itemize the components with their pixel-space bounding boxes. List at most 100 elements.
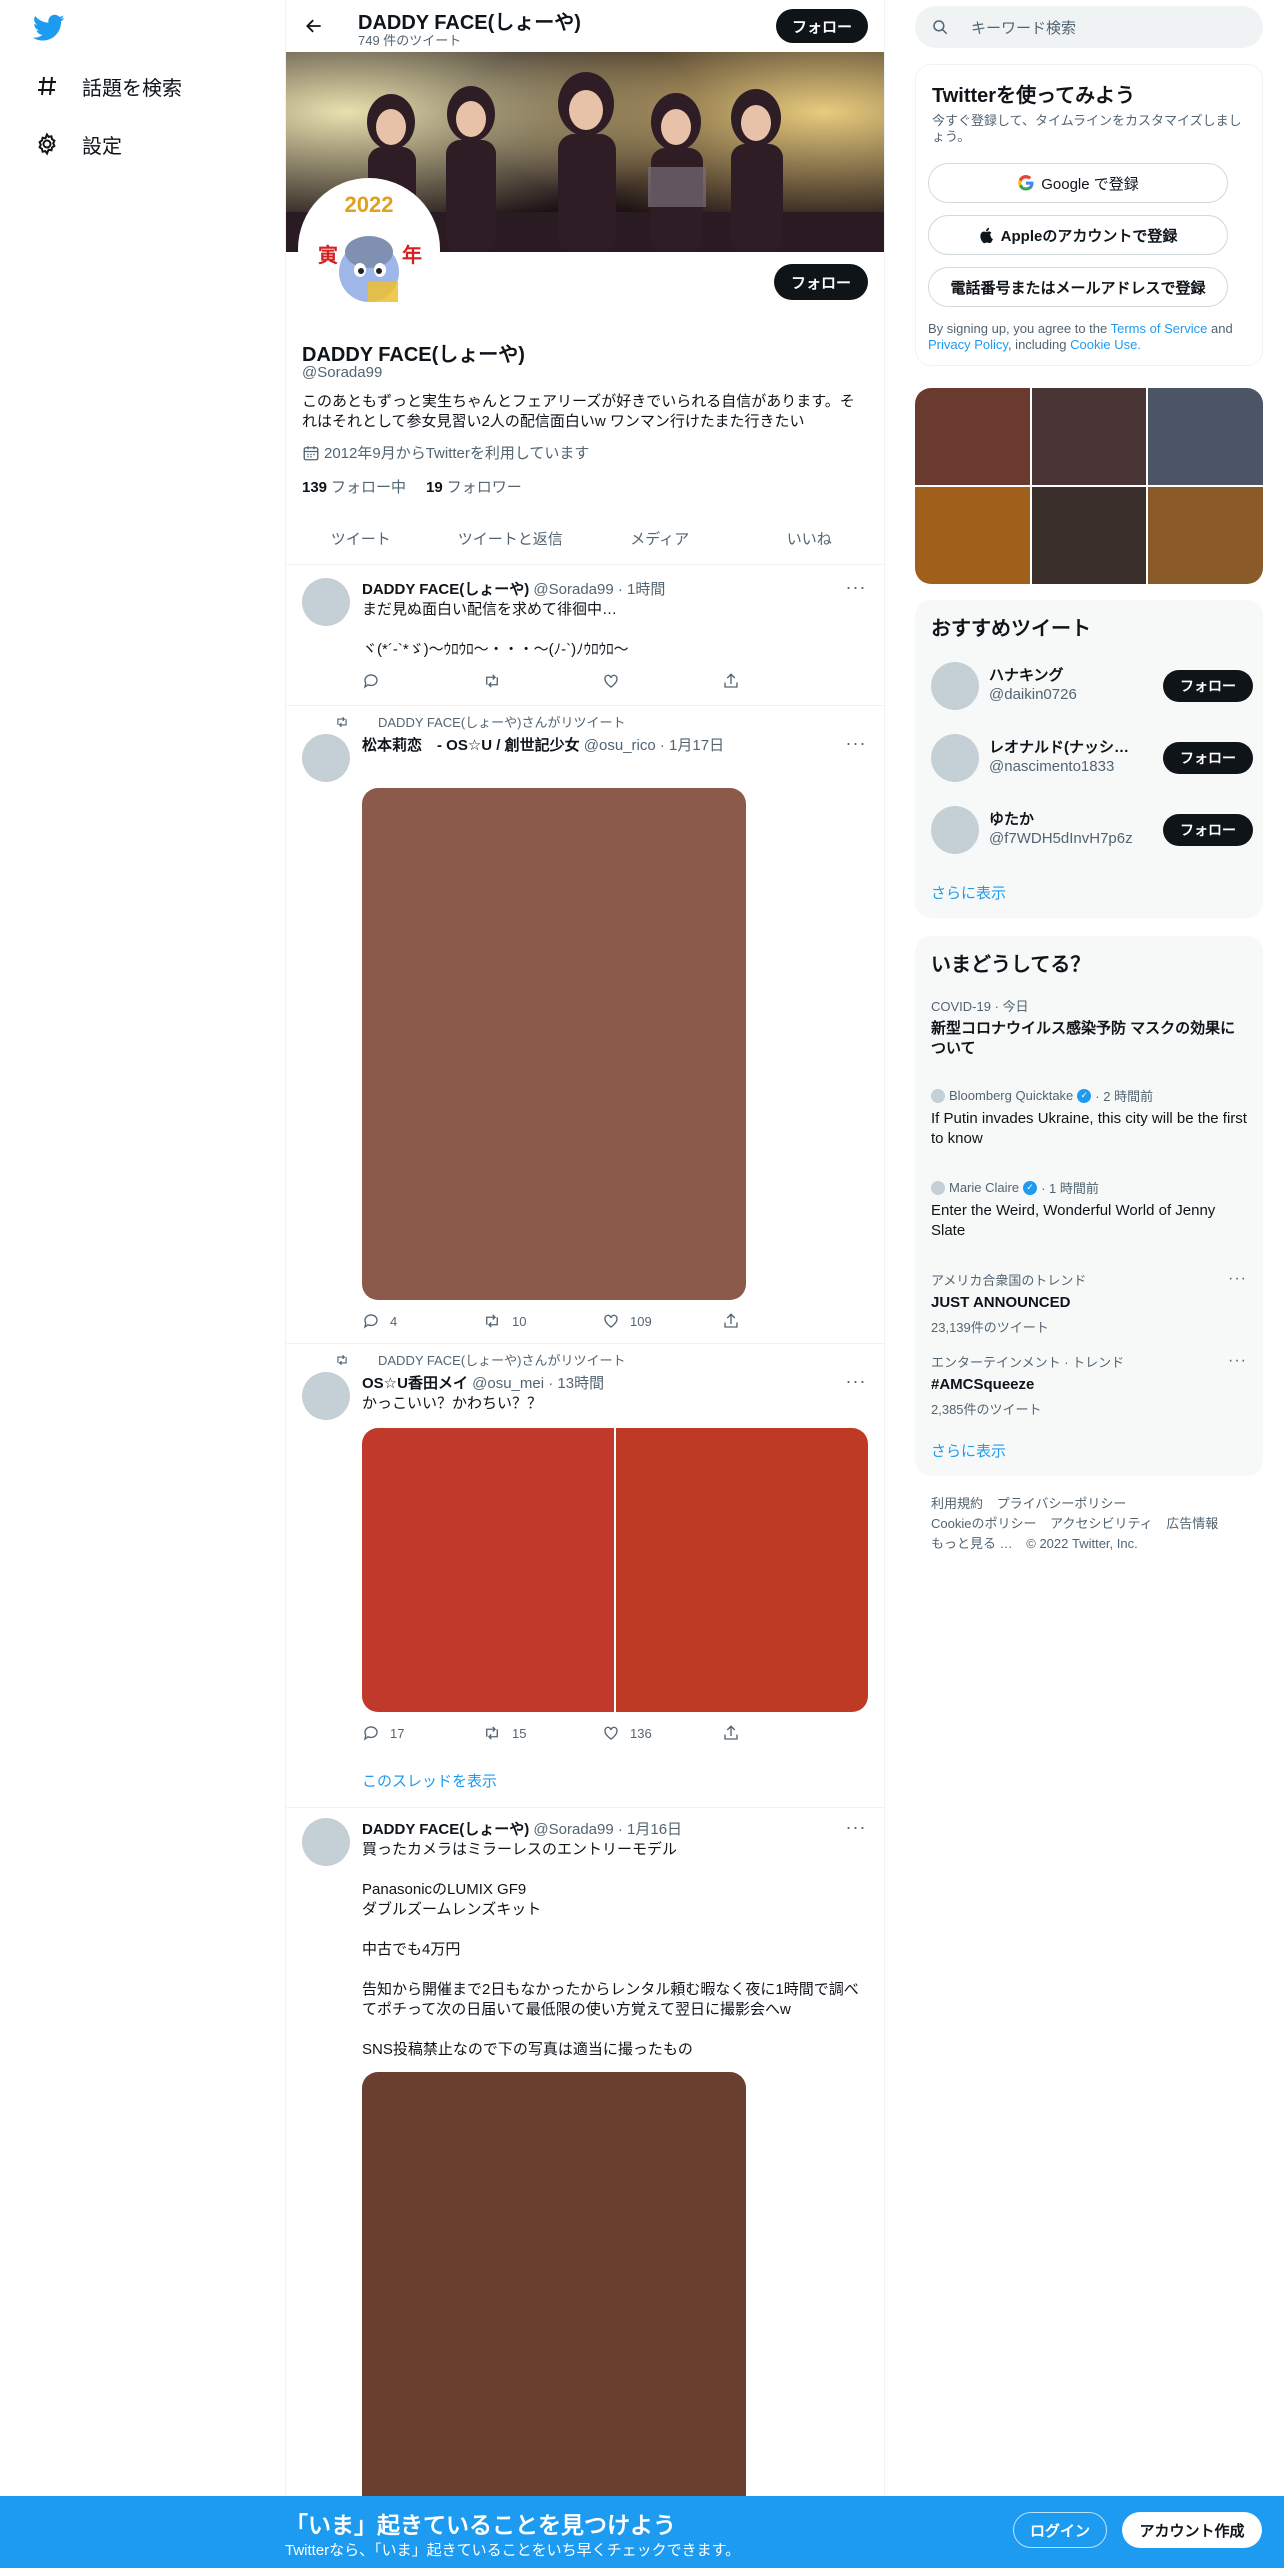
like-button[interactable]: 136	[602, 1724, 662, 1742]
footer-cookie-link[interactable]: Cookieのポリシー	[931, 1516, 1036, 1531]
avatar[interactable]	[302, 578, 350, 626]
trend-item[interactable]: Marie Claire ✓ · 1 時間前 Enter the Weird, …	[931, 1178, 1247, 1241]
apple-signup-button[interactable]: Appleのアカウントで登録	[928, 215, 1228, 255]
footer-more-link[interactable]: もっと見る …	[931, 1536, 1013, 1551]
followers-link[interactable]: 19 フォロワー	[426, 476, 522, 497]
trend-item[interactable]: COVID-19 · 今日 新型コロナウイルス感染予防 マスクの効果について	[931, 996, 1247, 1059]
retweet-button[interactable]: 15	[482, 1724, 542, 1742]
follow-button[interactable]: フォロー	[1163, 814, 1253, 846]
media-thumb[interactable]	[1148, 487, 1263, 584]
tab-media[interactable]: メディア	[585, 512, 735, 564]
recommended-user[interactable]: ゆたか @f7WDH5dInvH7p6z フォロー	[931, 804, 1253, 856]
recommended-user-name[interactable]: ハナキング	[989, 664, 1139, 685]
retweeted-by[interactable]: DADDY FACE(しょーや)さんがリツイート	[378, 712, 626, 731]
tweet[interactable]: DADDY FACE(しょーや) @Sorada99 · 1時間 ··· まだ見…	[286, 566, 884, 706]
share-button[interactable]	[722, 1724, 782, 1742]
avatar[interactable]	[931, 662, 979, 710]
share-button[interactable]	[722, 672, 782, 690]
follow-button[interactable]: フォロー	[1163, 742, 1253, 774]
more-icon[interactable]: ···	[844, 1372, 868, 1394]
media-thumb[interactable]	[1148, 388, 1263, 485]
tweet[interactable]: DADDY FACE(しょーや)さんがリツイート OS☆U香田メイ @osu_m…	[286, 1344, 884, 1808]
recommended-user-name[interactable]: ゆたか	[989, 808, 1139, 829]
footer-terms-link[interactable]: 利用規約	[931, 1496, 983, 1511]
twitter-logo-icon[interactable]	[32, 14, 65, 42]
phone-email-signup-button[interactable]: 電話番号またはメールアドレスで登録	[928, 267, 1228, 307]
tab-likes[interactable]: いいね	[735, 512, 885, 564]
privacy-policy-link[interactable]: Privacy Policy	[928, 337, 1008, 352]
recommended-title: おすすめツイート	[931, 618, 1091, 640]
more-icon[interactable]: ···	[844, 1818, 868, 1840]
tweet-actions	[362, 672, 782, 690]
more-icon[interactable]: ···	[844, 734, 868, 756]
tweet[interactable]: DADDY FACE(しょーや)さんがリツイート 松本莉恋 - OS☆U / 創…	[286, 706, 884, 1344]
search-box[interactable]: キーワード検索	[915, 6, 1263, 48]
media-thumb[interactable]	[915, 487, 1030, 584]
recommended-user[interactable]: レオナルド(ナッシー… @nascimento1833 フォロー	[931, 732, 1253, 784]
tweet-image[interactable]	[362, 1428, 614, 1712]
follow-button[interactable]: フォロー	[1163, 670, 1253, 702]
trend-meta: アメリカ合衆国のトレンド	[931, 1273, 1087, 1288]
share-button[interactable]	[722, 1312, 782, 1330]
media-thumb[interactable]	[1031, 388, 1147, 485]
avatar[interactable]	[931, 734, 979, 782]
show-thread-link[interactable]: このスレッドを表示	[362, 1770, 497, 1791]
tweet-image[interactable]	[616, 1428, 868, 1712]
reply-button[interactable]: 4	[362, 1312, 422, 1330]
cookie-use-link[interactable]: Cookie Use.	[1070, 337, 1141, 352]
profile-follow-button[interactable]: フォロー	[774, 264, 868, 300]
avatar[interactable]	[302, 1818, 350, 1866]
avatar[interactable]	[931, 806, 979, 854]
recommended-user[interactable]: ハナキング @daikin0726 フォロー	[931, 660, 1253, 712]
more-icon[interactable]: ···	[1228, 1270, 1247, 1288]
header-follow-button[interactable]: フォロー	[776, 9, 868, 43]
reply-icon	[363, 1726, 378, 1741]
tweet-author-name[interactable]: DADDY FACE(しょーや)	[362, 581, 529, 598]
tweet-image[interactable]	[362, 788, 746, 1300]
reply-button[interactable]: 17	[362, 1724, 422, 1742]
nav-explore[interactable]: 話題を検索	[34, 66, 182, 106]
trend-item[interactable]: エンターテインメント · トレンド #AMCSqueeze 2,385件のツイー…	[931, 1352, 1247, 1418]
like-button[interactable]: 109	[602, 1312, 662, 1330]
avatar[interactable]	[302, 734, 350, 782]
media-thumb[interactable]	[1031, 487, 1147, 584]
show-more-link[interactable]: さらに表示	[931, 1440, 1006, 1461]
tweet-author-name[interactable]: OS☆U香田メイ	[362, 1375, 468, 1392]
google-signup-button[interactable]: Google で登録	[928, 163, 1228, 203]
recommended-user-name[interactable]: レオナルド(ナッシー…	[989, 736, 1139, 757]
tweet[interactable]: DADDY FACE(しょーや) @Sorada99 · 1月16日 ··· 買…	[286, 1808, 884, 2512]
reply-button[interactable]	[362, 672, 422, 690]
signup-subtitle: 今すぐ登録して、タイムラインをカスタマイズしましょう。	[932, 113, 1242, 144]
more-icon[interactable]: ···	[844, 578, 868, 600]
trend-item[interactable]: Bloomberg Quicktake ✓ · 2 時間前 If Putin i…	[931, 1086, 1247, 1149]
tweet-image[interactable]	[362, 2072, 746, 2512]
reply-count: 4	[390, 1313, 398, 1329]
trend-source: Bloomberg Quicktake	[949, 1088, 1074, 1103]
avatar[interactable]	[302, 1372, 350, 1420]
signup-terms: By signing up, you agree to the Terms of…	[928, 321, 1250, 353]
terms-of-service-link[interactable]: Terms of Service	[1111, 321, 1208, 336]
profile-avatar[interactable]: 2022 寅 年	[298, 178, 440, 320]
retweeted-by[interactable]: DADDY FACE(しょーや)さんがリツイート	[378, 1350, 626, 1369]
tweet-author-name[interactable]: 松本莉恋 - OS☆U / 創世記少女	[362, 737, 580, 754]
nav-settings[interactable]: 設定	[34, 124, 122, 164]
share-icon	[724, 1313, 738, 1328]
back-arrow-icon[interactable]	[300, 12, 328, 40]
footer-privacy-link[interactable]: プライバシーポリシー	[997, 1496, 1127, 1511]
show-more-link[interactable]: さらに表示	[931, 882, 1006, 903]
tab-tweets-replies[interactable]: ツイートと返信	[436, 512, 586, 564]
following-link[interactable]: 139 フォロー中	[302, 476, 406, 497]
footer-ads-link[interactable]: 広告情報	[1166, 1516, 1218, 1531]
login-button[interactable]: ログイン	[1013, 2512, 1107, 2548]
more-icon[interactable]: ···	[1228, 1352, 1247, 1370]
retweet-button[interactable]	[482, 672, 542, 690]
footer-accessibility-link[interactable]: アクセシビリティ	[1050, 1516, 1153, 1531]
tab-tweets[interactable]: ツイート	[286, 512, 436, 564]
retweet-button[interactable]: 10	[482, 1312, 542, 1330]
media-thumb[interactable]	[915, 388, 1030, 485]
trend-item[interactable]: アメリカ合衆国のトレンド JUST ANNOUNCED 23,139件のツイート…	[931, 1270, 1247, 1336]
like-button[interactable]	[602, 672, 662, 690]
search-input[interactable]: キーワード検索	[971, 17, 1076, 38]
create-account-button[interactable]: アカウント作成	[1122, 2512, 1262, 2548]
tweet-author-name[interactable]: DADDY FACE(しょーや)	[362, 1821, 529, 1838]
